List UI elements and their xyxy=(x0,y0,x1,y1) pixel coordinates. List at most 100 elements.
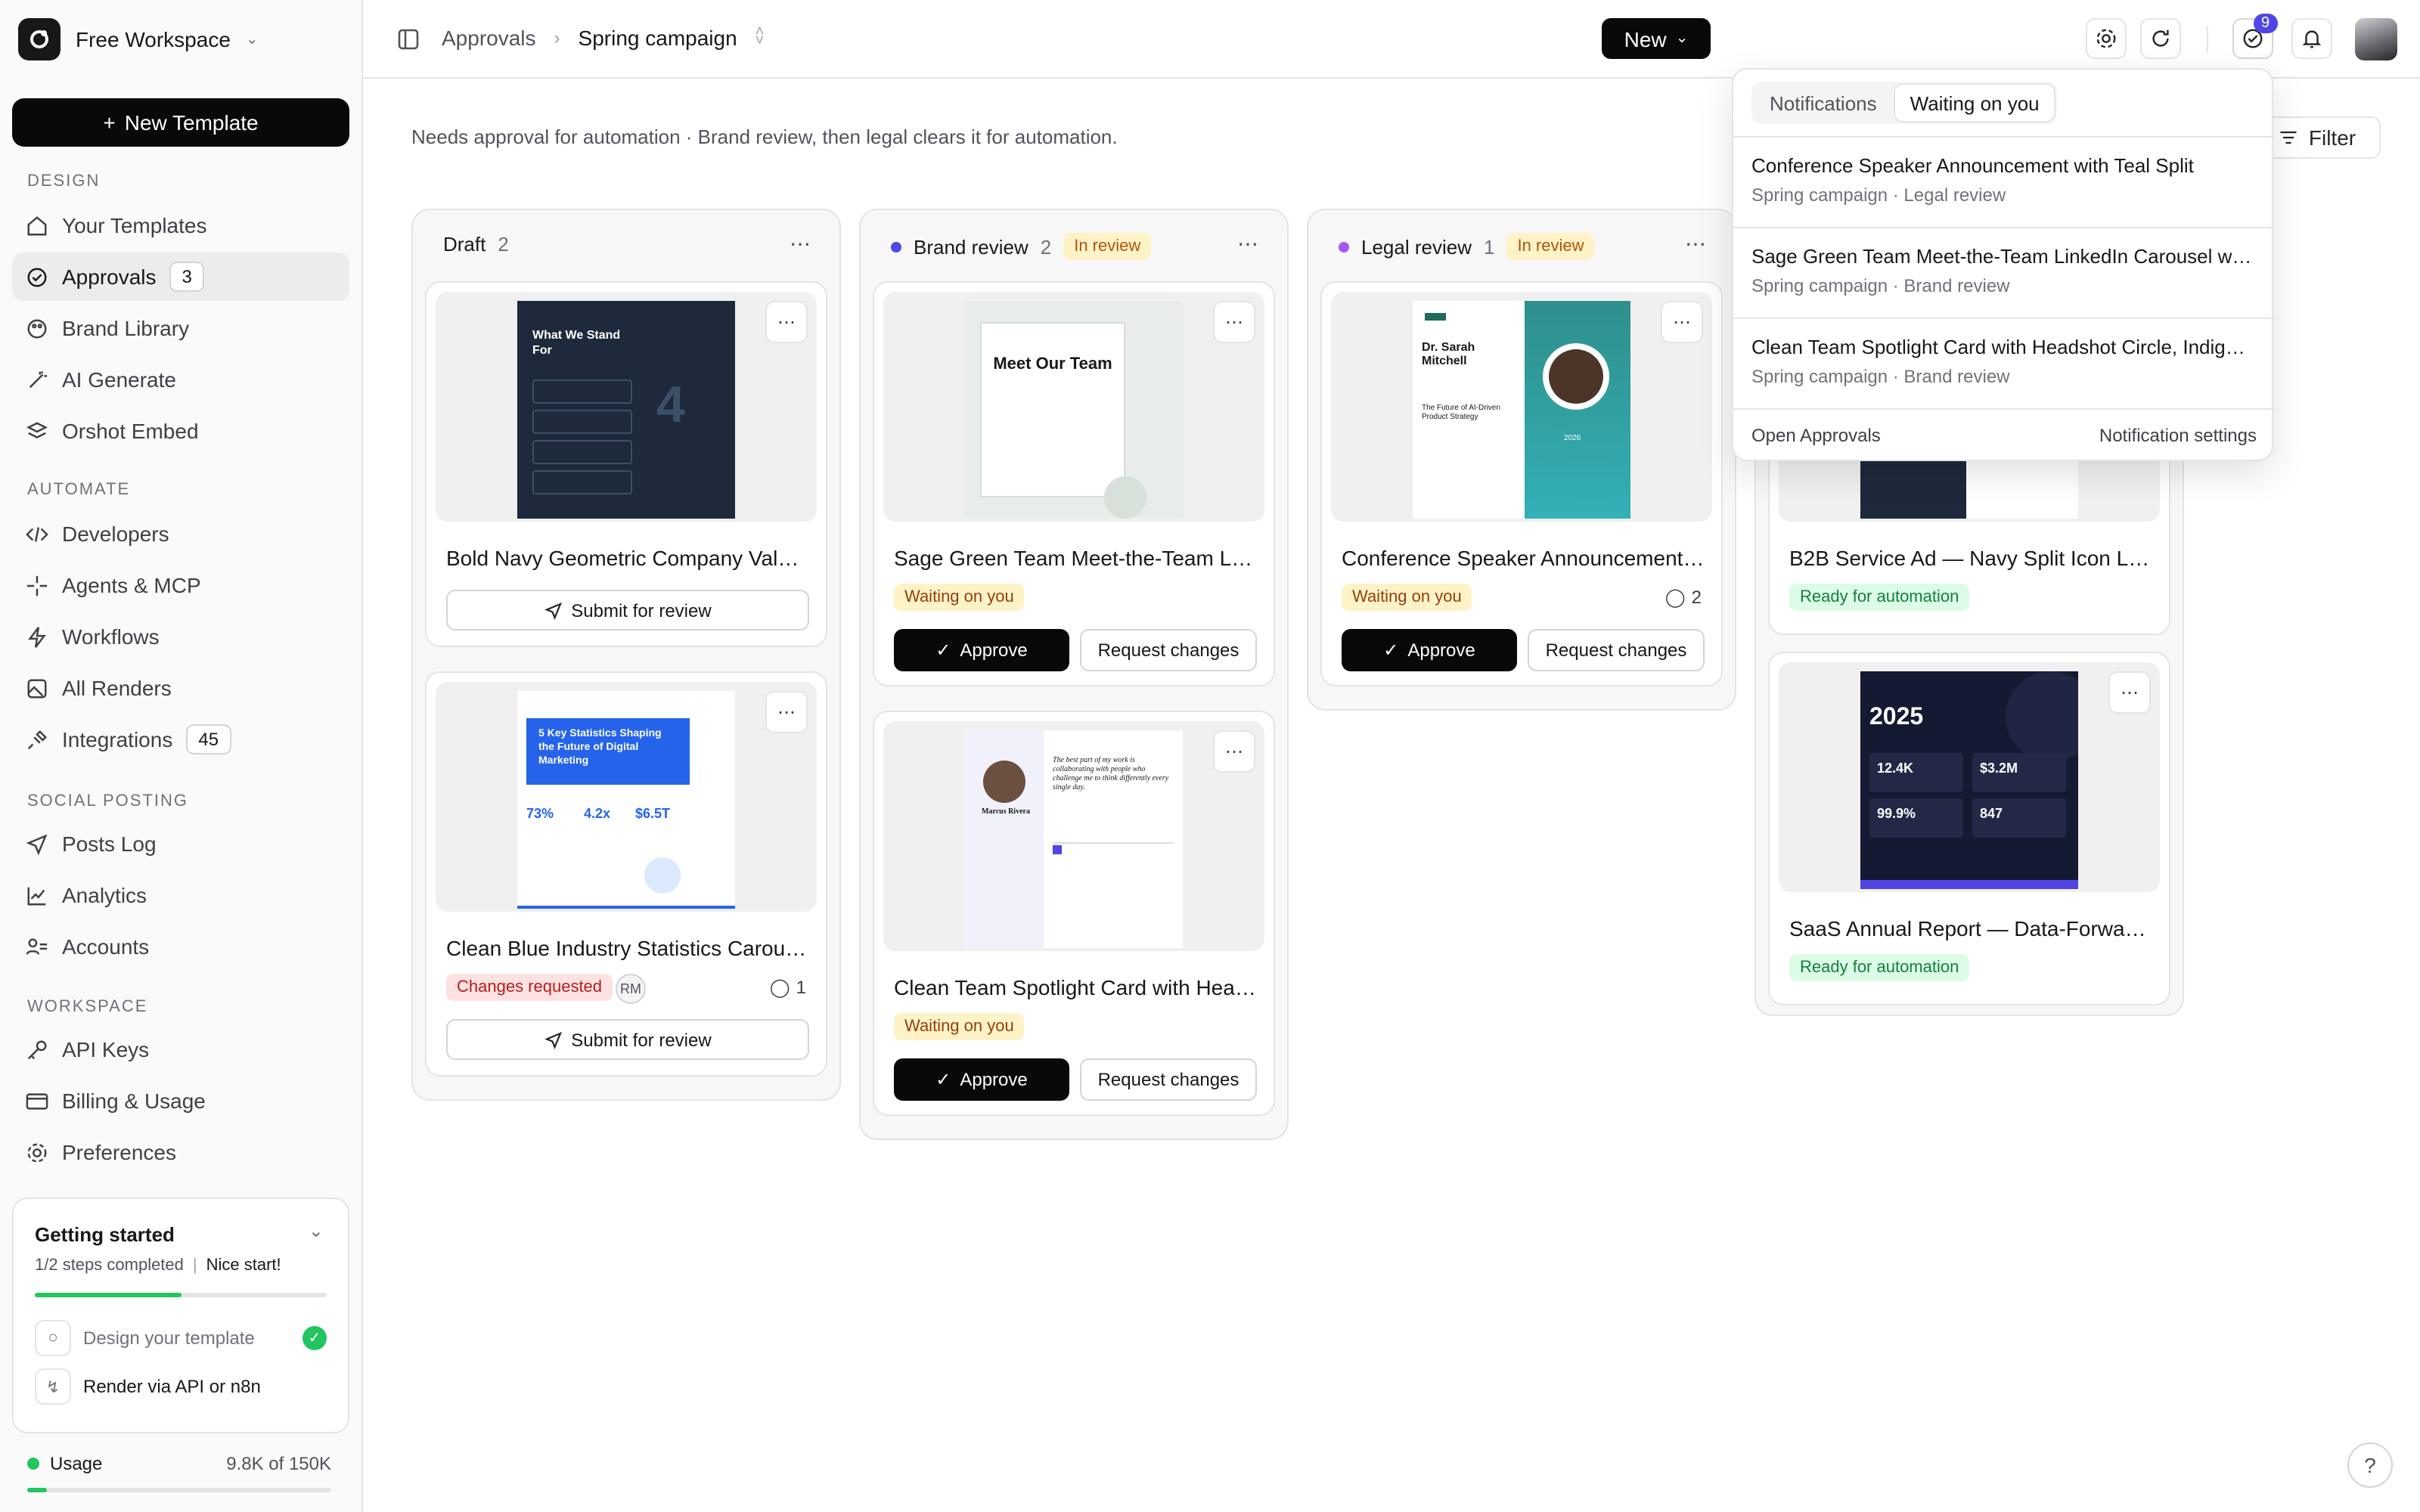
breadcrumb-approvals[interactable]: Approvals xyxy=(442,26,536,50)
step-render-api[interactable]: ↯ Render via API or n8n xyxy=(35,1368,327,1405)
divider xyxy=(1733,408,2275,410)
step-design-template[interactable]: ○ Design your template ✓ xyxy=(35,1320,327,1356)
notifications-popover: Notifications Waiting on you Conference … xyxy=(1732,68,2275,461)
comment-count-label: 1 xyxy=(796,977,806,998)
chevron-up-down-icon[interactable]: ˄ ˅ xyxy=(755,25,765,49)
card-more-button[interactable]: ⋯ xyxy=(765,691,808,733)
column-count: 2 xyxy=(1040,235,1052,258)
send-icon xyxy=(544,1030,562,1049)
user-avatar[interactable] xyxy=(2355,18,2397,60)
approve-button[interactable]: ✓ Approve xyxy=(894,1058,1069,1101)
thumb-text: Marcus Rivera xyxy=(982,809,1030,816)
sidebar-item-orshot-embed[interactable]: Orshot Embed xyxy=(12,407,349,455)
card-title: SaaS Annual Report — Data-Forward Layout xyxy=(1789,916,2152,940)
comment-count[interactable]: ◯ 1 xyxy=(770,977,806,998)
submit-for-review-button[interactable]: Submit for review xyxy=(446,590,809,631)
sidebar-item-your-templates[interactable]: Your Templates xyxy=(12,201,349,249)
more-icon[interactable]: ⋯ xyxy=(1685,231,1708,257)
sidebar-item-analytics[interactable]: Analytics xyxy=(12,871,349,919)
notification-subtitle: Spring campaign · Legal review xyxy=(1751,184,2006,206)
thumb-text: 99.9% xyxy=(1869,798,1963,838)
sidebar-item-all-renders[interactable]: All Renders xyxy=(12,664,349,712)
status-badge: In review xyxy=(1506,233,1595,260)
thumb-text: 4 xyxy=(656,376,685,434)
template-card[interactable]: Marcus Rivera The best part of my work i… xyxy=(873,711,1275,1116)
thumb-text: Dr. Sarah Mitchell xyxy=(1422,340,1475,367)
sidebar-toggle-icon[interactable] xyxy=(396,27,420,51)
sidebar-item-label: Orshot Embed xyxy=(62,419,199,443)
request-changes-button[interactable]: Request changes xyxy=(1080,629,1257,671)
sidebar-item-preferences[interactable]: Preferences xyxy=(12,1128,349,1176)
gear-icon xyxy=(27,1142,47,1162)
card-more-button[interactable]: ⋯ xyxy=(1661,301,1703,343)
thumbnail-preview: Meet Our Team xyxy=(965,301,1183,519)
workspace-switcher[interactable]: Free Workspace ⌄ xyxy=(18,18,259,60)
new-template-button[interactable]: + New Template xyxy=(12,98,349,147)
send-icon xyxy=(26,833,48,855)
refresh-button[interactable] xyxy=(2140,18,2181,59)
breadcrumb-current[interactable]: Spring campaign xyxy=(579,26,737,50)
template-card[interactable]: 5 Key Statistics Shaping the Future of D… xyxy=(425,671,827,1077)
getting-started-title: Getting started xyxy=(35,1223,175,1246)
sidebar-item-posts-log[interactable]: Posts Log xyxy=(12,820,349,868)
thumb-text: What We Stand For xyxy=(532,328,621,357)
tab-notifications[interactable]: Notifications xyxy=(1754,85,1892,121)
help-button[interactable]: ? xyxy=(2347,1442,2393,1488)
notification-item[interactable]: Clean Team Spotlight Card with Headshot … xyxy=(1751,336,2254,387)
sidebar-item-agents[interactable]: Agents & MCP xyxy=(12,561,349,609)
sidebar-item-accounts[interactable]: Accounts xyxy=(12,922,349,971)
sidebar-item-brand-library[interactable]: Brand Library xyxy=(12,304,349,352)
approve-button[interactable]: ✓ Approve xyxy=(1342,629,1517,671)
more-icon[interactable]: ⋯ xyxy=(790,231,812,257)
settings-button[interactable] xyxy=(2086,18,2127,59)
card-title: Clean Team Spotlight Card with Headshot … xyxy=(894,975,1257,999)
chevron-down-icon[interactable]: ⌄ xyxy=(309,1220,324,1241)
approve-button[interactable]: ✓ Approve xyxy=(894,629,1069,671)
sidebar-item-ai-generate[interactable]: AI Generate xyxy=(12,355,349,404)
comment-count-label: 2 xyxy=(1691,587,1702,608)
new-template-label: New Template xyxy=(124,110,259,135)
column-header: Legal review 1 In review xyxy=(1339,233,1595,260)
notification-item[interactable]: Conference Speaker Announcement with Tea… xyxy=(1751,154,2254,206)
card-thumbnail: What We Stand For 4 ⋯ xyxy=(436,292,817,522)
sidebar-item-label: Posts Log xyxy=(62,832,157,856)
comment-count[interactable]: ◯ 2 xyxy=(1665,587,1702,608)
sidebar-item-api-keys[interactable]: API Keys xyxy=(12,1025,349,1074)
template-card[interactable]: Dr. Sarah Mitchell The Future of AI-Driv… xyxy=(1320,281,1723,686)
sidebar-item-billing[interactable]: Billing & Usage xyxy=(12,1077,349,1125)
thumbnail-preview: 2025 12.4K $3.2M 99.9% 847 xyxy=(1860,671,2078,889)
request-changes-button[interactable]: Request changes xyxy=(1080,1058,1257,1101)
submit-for-review-button[interactable]: Submit for review xyxy=(446,1019,809,1060)
sidebar-item-developers[interactable]: Developers xyxy=(12,510,349,558)
status-dot xyxy=(891,241,901,252)
tab-waiting-on-you[interactable]: Waiting on you xyxy=(1894,85,2055,121)
request-changes-button[interactable]: Request changes xyxy=(1528,629,1705,671)
notification-settings-link[interactable]: Notification settings xyxy=(2099,425,2257,446)
template-card[interactable]: What We Stand For 4 ⋯ Bold Navy Geometri… xyxy=(425,281,827,647)
card-more-button[interactable]: ⋯ xyxy=(1213,301,1255,343)
open-approvals-link[interactable]: Open Approvals xyxy=(1751,425,1881,446)
sidebar-item-label: Developers xyxy=(62,522,169,546)
template-card[interactable]: 2025 12.4K $3.2M 99.9% 847 ⋯ SaaS Annual… xyxy=(1768,652,2170,1005)
sidebar-item-approvals[interactable]: Approvals 3 xyxy=(12,253,349,301)
section-workspace: WORKSPACE xyxy=(27,998,148,1016)
plus-icon: + xyxy=(103,110,116,135)
notifications-button[interactable] xyxy=(2291,18,2332,59)
sidebar-item-integrations[interactable]: Integrations 45 xyxy=(12,715,349,764)
chevron-right-icon: › xyxy=(554,27,560,48)
comment-icon: ◯ xyxy=(1665,587,1686,608)
card-more-button[interactable]: ⋯ xyxy=(765,301,808,343)
notification-title: Sage Green Team Meet-the-Team LinkedIn C… xyxy=(1751,245,2254,268)
card-thumbnail: Marcus Rivera The best part of my work i… xyxy=(883,721,1264,951)
thumbnail-preview: Dr. Sarah Mitchell The Future of AI-Driv… xyxy=(1413,301,1630,519)
sidebar-item-workflows[interactable]: Workflows xyxy=(12,612,349,661)
new-button[interactable]: New ⌄ xyxy=(1602,18,1711,59)
thumb-text: 2025 xyxy=(1869,705,1924,730)
template-card[interactable]: Meet Our Team ⋯ Sage Green Team Meet-the… xyxy=(873,281,1275,686)
notification-item[interactable]: Sage Green Team Meet-the-Team LinkedIn C… xyxy=(1751,245,2254,296)
button-label: Submit for review xyxy=(571,1029,712,1050)
more-icon[interactable]: ⋯ xyxy=(1237,231,1260,257)
cheer-text: Nice start! xyxy=(206,1256,281,1275)
card-more-button[interactable]: ⋯ xyxy=(2108,671,2151,714)
card-more-button[interactable]: ⋯ xyxy=(1213,730,1255,773)
